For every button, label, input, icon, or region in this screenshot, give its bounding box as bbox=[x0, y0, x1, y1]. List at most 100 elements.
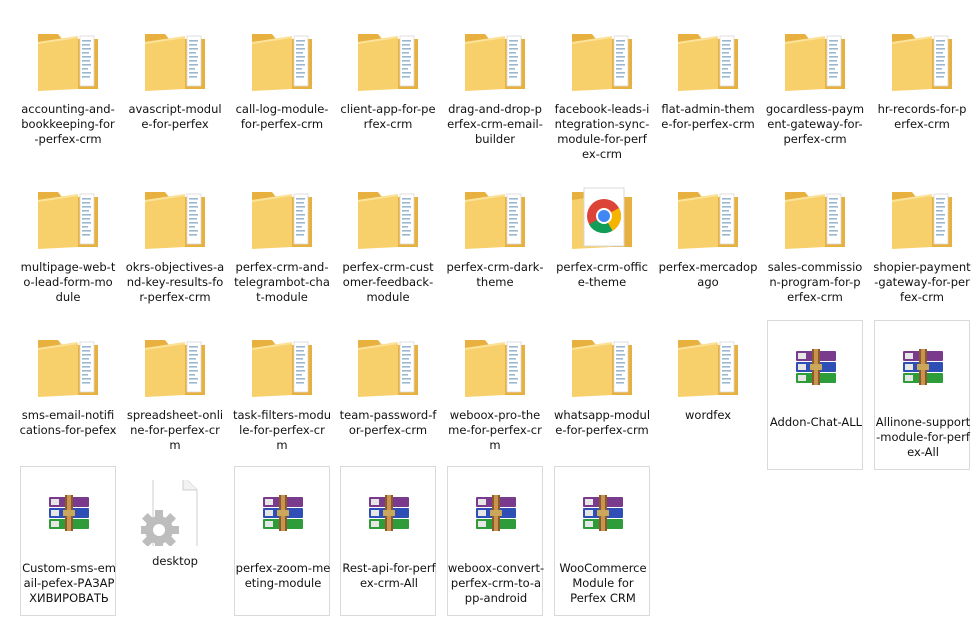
winrar-archive-icon bbox=[889, 335, 957, 401]
file-item-label-line: avascript-modul bbox=[128, 102, 222, 116]
file-item-label-line: shopier-payment bbox=[873, 260, 971, 274]
file-item-label-line: client-app-for-pe bbox=[340, 102, 436, 116]
file-item-label-line: perfex-crm-to-a bbox=[450, 576, 542, 590]
folder-icon bbox=[781, 28, 849, 94]
file-item[interactable]: perfex-mercadop ago bbox=[659, 172, 757, 322]
file-item[interactable]: hr-records-for-p erfex-crm bbox=[874, 14, 970, 164]
file-item-label-line: whatsapp-modul bbox=[553, 408, 651, 422]
file-item[interactable]: accounting-and-bookkeeping-for -perfex-cr… bbox=[20, 14, 116, 164]
file-item-label-line: ent-gateway-for- bbox=[767, 117, 863, 131]
file-item-label: perfex-crm-cust omer-feedback-module bbox=[338, 260, 438, 305]
file-item-label: client-app-for-pe rfex-crm bbox=[338, 102, 438, 132]
folder-icon bbox=[674, 28, 742, 94]
file-item[interactable]: weboox-convert-perfex-crm-to-a pp-android bbox=[447, 466, 544, 616]
winrar-archive-icon bbox=[782, 335, 850, 401]
file-item[interactable]: perfex-crm-offic e-theme bbox=[554, 172, 650, 322]
folder-icon bbox=[674, 186, 742, 252]
file-item[interactable]: team-password-f or-perfex-crm bbox=[340, 320, 436, 470]
file-grid: accounting-and-bookkeeping-for -perfex-cr… bbox=[0, 0, 977, 626]
chrome-icon bbox=[568, 186, 636, 252]
file-item-label-line: -module-for-perf bbox=[876, 430, 970, 444]
file-item[interactable]: call-log-module-for-perfex-crm bbox=[234, 14, 330, 164]
folder-icon bbox=[888, 28, 956, 94]
file-item-label: sales-commissio n-program-for-p erfex-crm bbox=[765, 260, 865, 305]
file-item[interactable]: Custom-sms-em ail-pefex-РАЗАР ХИВИРОВАТЬ bbox=[20, 466, 116, 616]
file-item-label-line: fex-crm bbox=[900, 290, 944, 304]
file-item-label-line: weboox-pro-the bbox=[449, 408, 541, 422]
file-item[interactable]: perfex-crm-dark-theme bbox=[446, 172, 544, 322]
file-item-label-line: ex-crm-All bbox=[359, 576, 419, 590]
file-item[interactable]: okrs-objectives-a nd-key-results-fo r-perf… bbox=[126, 172, 224, 322]
file-item-label-line: or-perfex-crm bbox=[348, 423, 428, 437]
file-item-label-line: theme bbox=[476, 275, 514, 289]
file-item[interactable]: wordfex bbox=[660, 320, 756, 470]
file-item-label: Custom-sms-em ail-pefex-РАЗАР ХИВИРОВАТЬ bbox=[19, 561, 119, 606]
file-item-label-line: perfex-crm-dark- bbox=[446, 260, 544, 274]
file-item[interactable]: weboox-pro-the me-for-perfex-cr m bbox=[447, 320, 543, 470]
file-item-label-line: module bbox=[366, 290, 410, 304]
file-item-label-line: wordfex bbox=[685, 408, 731, 422]
file-item[interactable]: desktop bbox=[127, 466, 223, 616]
file-item-label: desktop bbox=[125, 554, 225, 569]
file-item[interactable]: sms-email-notifi cations-for-pefex bbox=[20, 320, 116, 470]
file-item-label: flat-admin-them e-for-perfex-crm bbox=[658, 102, 758, 132]
file-item[interactable]: Addon-Chat-ALL bbox=[767, 320, 863, 470]
file-item-label: team-password-f or-perfex-crm bbox=[338, 408, 438, 438]
file-item[interactable]: avascript-modul e-for-perfex bbox=[127, 14, 223, 164]
file-item[interactable]: client-app-for-pe rfex-crm bbox=[340, 14, 436, 164]
file-item[interactable]: WooCommerce Module for Perfex CRM bbox=[554, 466, 650, 616]
file-item[interactable]: spreadsheet-onli ne-for-perfex-cr m bbox=[127, 320, 223, 470]
file-item[interactable]: Allinone-support -module-for-perf ex-All bbox=[874, 320, 970, 470]
file-item[interactable]: perfex-zoom-me eting-module bbox=[234, 466, 330, 616]
file-item[interactable]: whatsapp-modul e-for-perfex-crm bbox=[554, 320, 650, 470]
file-item[interactable]: shopier-payment -gateway-for-per fex-crm bbox=[872, 172, 972, 322]
file-item[interactable]: facebook-leads-i ntegration-sync-module-f… bbox=[554, 14, 650, 164]
file-item-label-line: Addon-Chat-ALL bbox=[769, 415, 863, 429]
file-item[interactable]: flat-admin-them e-for-perfex-crm bbox=[660, 14, 756, 164]
file-item-label: Allinone-support -module-for-perf ex-All bbox=[873, 415, 973, 460]
file-item-label-line: me-for-perfex-cr bbox=[448, 423, 542, 437]
file-item-label-line: spreadsheet-onli bbox=[126, 408, 224, 422]
file-item-label-line: e-for-perfex-crm bbox=[661, 117, 755, 131]
file-item-label-line: n-program-for-p bbox=[769, 275, 861, 289]
file-item[interactable]: multipage-web-t o-lead-form-mo dule bbox=[20, 172, 116, 322]
file-item-label-line: le-for-perfex-cr bbox=[239, 423, 325, 437]
file-item-label-line: rfex-crm bbox=[363, 117, 413, 131]
winrar-archive-icon bbox=[462, 481, 530, 547]
folder-icon bbox=[141, 186, 209, 252]
file-item-label-line: Custom-sms-em bbox=[22, 561, 116, 575]
file-item[interactable]: gocardless-paym ent-gateway-for-perfex-cr… bbox=[765, 14, 865, 164]
folder-icon bbox=[248, 186, 316, 252]
file-item-label: weboox-pro-the me-for-perfex-cr m bbox=[445, 408, 545, 453]
file-item-label: shopier-payment -gateway-for-per fex-crm bbox=[872, 260, 972, 305]
file-item-label-line: ntegration-sync- bbox=[554, 117, 650, 131]
file-item-label: accounting-and-bookkeeping-for -perfex-cr… bbox=[18, 102, 118, 147]
folder-icon bbox=[461, 28, 529, 94]
file-item-label-line: perfex-crm-and- bbox=[235, 260, 329, 274]
file-item[interactable]: Rest-api-for-perf ex-crm-All bbox=[340, 466, 436, 616]
settings-file-icon bbox=[141, 480, 209, 546]
winrar-archive-icon bbox=[35, 481, 103, 547]
file-item[interactable]: perfex-crm-cust omer-feedback-module bbox=[340, 172, 436, 322]
file-item[interactable]: sales-commissio n-program-for-p erfex-crm bbox=[767, 172, 863, 322]
file-item-label-line: pp-android bbox=[464, 591, 528, 605]
file-item-label-line: eting-module bbox=[244, 576, 322, 590]
file-item[interactable]: drag-and-drop-p erfex-crm-email-builder bbox=[447, 14, 543, 164]
file-item-label-line: sms-email-notifi bbox=[21, 408, 115, 422]
file-item-label: gocardless-paym ent-gateway-for-perfex-cr… bbox=[765, 102, 865, 147]
file-item-label: facebook-leads-i ntegration-sync-module-f… bbox=[552, 102, 652, 162]
file-item-label-line: bookkeeping-for bbox=[21, 117, 115, 131]
folder-icon bbox=[888, 186, 956, 252]
file-item-label: avascript-modul e-for-perfex bbox=[125, 102, 225, 132]
file-item[interactable]: task-filters-modu le-for-perfex-cr m bbox=[233, 320, 331, 470]
file-item-label-line: cations-for-pefex bbox=[19, 423, 117, 437]
file-item-label-line: erfex-crm bbox=[787, 290, 843, 304]
folder-icon bbox=[354, 28, 422, 94]
file-item-label-line: perfex-crm-offic bbox=[556, 260, 648, 274]
file-item-label-line: -perfex-crm bbox=[34, 132, 102, 146]
file-item[interactable]: perfex-crm-and-telegrambot-cha t-module bbox=[234, 172, 330, 322]
file-item-label-line: ХИВИРОВАТЬ bbox=[29, 591, 109, 605]
file-item-label-line: gocardless-paym bbox=[765, 102, 865, 116]
file-item-label-line: -gateway-for-per bbox=[874, 275, 970, 289]
folder-icon bbox=[568, 28, 636, 94]
